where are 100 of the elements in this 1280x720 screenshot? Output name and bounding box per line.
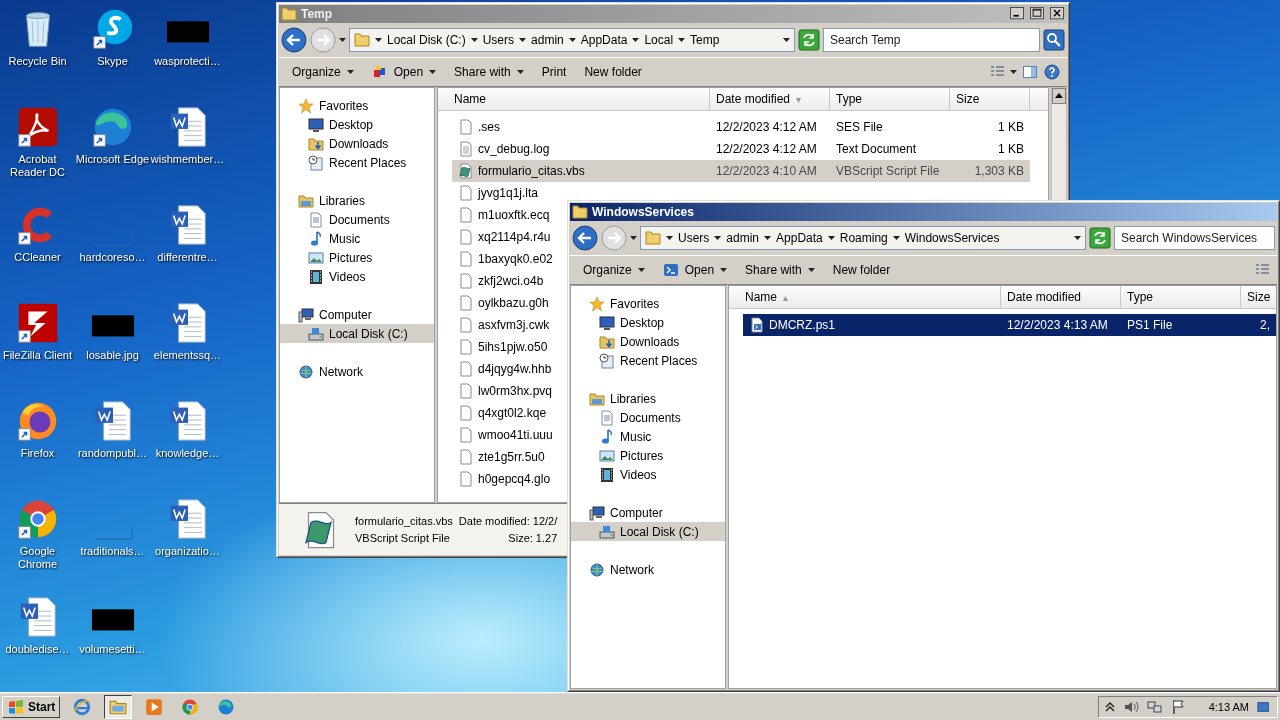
toolbar-button[interactable]: New folder (825, 258, 898, 282)
file-row[interactable]: 1baxyqk0.e02 (452, 248, 559, 270)
preview-pane-icon[interactable] (1021, 64, 1039, 80)
back-icon[interactable] (281, 27, 307, 53)
minimize-icon[interactable] (1009, 7, 1025, 21)
nav-item[interactable]: Documents (571, 408, 725, 427)
address-bar[interactable]: Users admin AppData Roaming WindowsServices (640, 226, 1086, 250)
desktop-shortcut[interactable]: Acrobat Reader DC (0, 102, 75, 200)
toolbar-button[interactable]: Share with (738, 258, 822, 282)
back-icon[interactable] (572, 225, 598, 251)
caret-icon[interactable] (892, 236, 900, 240)
desktop-shortcut[interactable]: Microsoft Edge (75, 102, 150, 200)
column-header[interactable]: Name ▴ (729, 286, 1001, 308)
file-row[interactable]: cv_debug.log 12/2/2023 4:12 AM Text Document 1 KB (452, 138, 1030, 160)
file-row[interactable]: asxfvm3j.cwk (452, 314, 556, 336)
breadcrumb-link[interactable]: Local (644, 33, 674, 47)
nav-item[interactable]: Network (571, 560, 725, 579)
chevron-up-icon[interactable] (1104, 700, 1115, 713)
nav-item[interactable]: Videos (571, 465, 725, 484)
caret-icon[interactable] (783, 38, 790, 42)
desktop-shortcut[interactable]: knowledge… (150, 396, 225, 494)
nav-item[interactable]: Computer (571, 503, 725, 522)
file-row[interactable]: xq2114p4.r4u (452, 226, 557, 248)
file-row[interactable]: jyvg1q1j.lta (452, 182, 545, 204)
nav-item[interactable]: Recent Places (280, 153, 434, 172)
column-header[interactable]: Date modified (1001, 286, 1121, 308)
file-row[interactable]: q4xgt0l2.kqe (452, 402, 553, 424)
breadcrumb-link[interactable]: admin (531, 33, 564, 47)
breadcrumb-link[interactable]: Temp (690, 33, 720, 47)
file-row[interactable]: 5ihs1pjw.o50 (452, 336, 554, 358)
file-row[interactable]: lw0rm3hx.pvq (452, 380, 559, 402)
desktop-shortcut[interactable]: Google Chrome (0, 494, 75, 592)
desktop-shortcut[interactable]: traditionals… (75, 494, 150, 592)
start-button[interactable]: Start (2, 695, 61, 718)
breadcrumb-link[interactable]: admin (726, 231, 760, 245)
file-row[interactable]: d4jqyg4w.hhb (452, 358, 558, 380)
toolbar-button[interactable]: Print (534, 60, 574, 84)
caret-icon[interactable] (632, 38, 640, 42)
breadcrumb-link[interactable]: Roaming (839, 231, 888, 245)
file-row[interactable]: DMCRZ.ps1 12/2/2023 4:13 AM PS1 File 2, (743, 314, 1276, 336)
column-header[interactable]: Size (1241, 286, 1276, 308)
breadcrumb-link[interactable]: WindowsServices (904, 231, 1000, 245)
nav-item[interactable]: Desktop (571, 313, 725, 332)
breadcrumb-link[interactable]: Users (678, 231, 710, 245)
search-icon[interactable] (1043, 29, 1065, 51)
refresh-icon[interactable] (798, 29, 820, 51)
breadcrumb-link[interactable]: Local Disk (C:) (387, 33, 466, 47)
desktop-shortcut[interactable]: CCleaner (0, 200, 75, 298)
desktop-shortcut[interactable]: FileZilla Client (0, 298, 75, 396)
toolbar-button[interactable]: Organize (285, 60, 361, 84)
desktop-shortcut[interactable]: hardcoreso… (75, 200, 150, 298)
caret-icon[interactable] (375, 38, 382, 42)
maximize-icon[interactable] (1029, 7, 1045, 21)
nav-item[interactable]: Music (280, 229, 434, 248)
caret-icon[interactable] (339, 38, 346, 42)
flag-icon[interactable] (1170, 698, 1187, 715)
caret-icon[interactable] (764, 236, 772, 240)
caret-icon[interactable] (678, 38, 686, 42)
nav-item[interactable]: Pictures (571, 446, 725, 465)
file-row[interactable]: formulario_citas.vbs 12/2/2023 4:10 AM VBScript Script File 1,303 KB (452, 160, 1030, 182)
nav-item[interactable]: Desktop (280, 115, 434, 134)
nav-item[interactable]: Libraries (280, 191, 434, 210)
nav-item[interactable]: Favorites (571, 294, 725, 313)
nav-item[interactable]: Local Disk (C:) (280, 324, 434, 343)
search-field[interactable]: Search Temp (823, 28, 1040, 52)
toolbar-button[interactable]: Open (364, 60, 444, 84)
caret-icon[interactable] (568, 38, 576, 42)
nav-item[interactable]: Local Disk (C:) (571, 522, 725, 541)
caret-icon[interactable] (519, 38, 527, 42)
toolbar-button[interactable]: Open (655, 258, 735, 282)
search-field[interactable]: Search WindowsServices (1114, 226, 1275, 250)
column-header[interactable]: Name (438, 88, 710, 110)
desktop-shortcut[interactable]: wasprotecti… (150, 4, 225, 102)
nav-item[interactable]: Computer (280, 305, 434, 324)
desktop-shortcut[interactable]: organizatio… (150, 494, 225, 592)
help-icon[interactable] (1043, 64, 1061, 80)
breadcrumb-link[interactable]: AppData (580, 33, 628, 47)
nav-item[interactable]: Libraries (571, 389, 725, 408)
nav-item[interactable]: Network (280, 362, 434, 381)
nav-item[interactable]: Music (571, 427, 725, 446)
file-row[interactable]: wmoo41ti.uuu (452, 424, 559, 446)
desktop-shortcut[interactable]: wishmember… (150, 102, 225, 200)
caret-icon[interactable] (470, 38, 478, 42)
desktop-shortcut[interactable]: Firefox (0, 396, 75, 494)
close-icon[interactable] (1049, 7, 1065, 21)
desktop-shortcut[interactable]: Recycle Bin (0, 4, 75, 102)
desktop-shortcut[interactable]: losable.jpg (75, 298, 150, 396)
column-header[interactable]: Date modified ▾ (710, 88, 830, 110)
column-header[interactable]: Size (950, 88, 1030, 110)
desktop-shortcut[interactable]: randompubl… (75, 396, 150, 494)
caret-icon[interactable] (666, 236, 673, 240)
caret-icon[interactable] (1010, 70, 1017, 74)
nav-item[interactable]: Recent Places (571, 351, 725, 370)
nav-item[interactable]: Videos (280, 267, 434, 286)
refresh-icon[interactable] (1089, 227, 1111, 249)
taskbar-button[interactable] (104, 694, 133, 719)
nav-item[interactable]: Downloads (571, 332, 725, 351)
toolbar-button[interactable]: Organize (576, 258, 652, 282)
network-icon[interactable] (1146, 698, 1163, 715)
toolbar-button[interactable]: New folder (577, 60, 649, 84)
